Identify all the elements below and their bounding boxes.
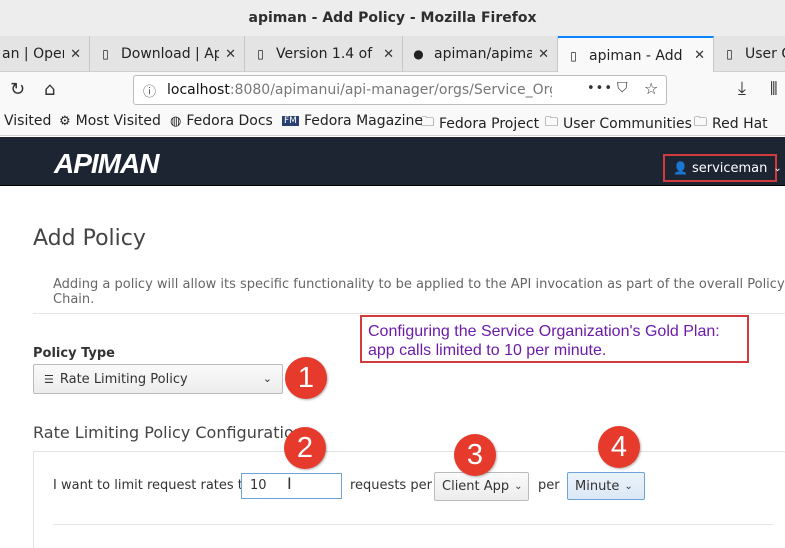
close-icon[interactable]: ✕ bbox=[538, 47, 549, 62]
per-label: per bbox=[538, 478, 560, 493]
info-icon[interactable]: ⓘ bbox=[143, 81, 156, 100]
bookmark-user-communities[interactable]: 🗀 User Communities bbox=[545, 113, 692, 135]
library-icon[interactable]: ⫴ bbox=[770, 79, 778, 100]
page-actions-button[interactable]: ••• bbox=[587, 81, 613, 96]
granularity-select[interactable]: Client App ⌄ bbox=[434, 472, 529, 501]
granularity-value: Client App bbox=[442, 479, 510, 494]
folder-icon: 🗀 bbox=[694, 115, 708, 130]
tab-2[interactable]: ▯ Download | Ap ✕ bbox=[90, 36, 245, 72]
bookmark-fedora-magazine[interactable]: FM Fedora Magazine bbox=[282, 113, 423, 129]
tab-6[interactable]: ▯ User G bbox=[714, 36, 785, 72]
bookmark-star-icon[interactable]: ☆ bbox=[644, 79, 658, 98]
tab-bar: an | Open ✕ ▯ Download | Ap ✕ ▯ Version … bbox=[0, 36, 785, 73]
tab-4[interactable]: ● apiman/apiman ✕ bbox=[403, 36, 558, 72]
divider bbox=[53, 524, 773, 525]
tab-5-active[interactable]: ▯ apiman - Add P ✕ bbox=[558, 36, 714, 73]
step-badge-1: 1 bbox=[285, 357, 327, 399]
user-menu[interactable]: 👤 serviceman ⌄ bbox=[663, 154, 782, 182]
divider bbox=[33, 313, 785, 314]
folder-icon: 🗀 bbox=[545, 115, 559, 130]
globe-icon: ◍ bbox=[170, 113, 182, 129]
page-icon: ▯ bbox=[726, 47, 733, 61]
bookmark-label: Most Visited bbox=[75, 113, 161, 129]
bookmark-label: User Communities bbox=[563, 116, 692, 132]
step-badge-2: 2 bbox=[284, 427, 326, 469]
chevron-down-icon: ⌄ bbox=[773, 162, 782, 174]
tab-title: User G bbox=[745, 46, 785, 62]
nav-bar: ↻ ⌂ ⓘ localhost:8080/apimanui/api-manage… bbox=[0, 72, 785, 108]
page-icon: ▯ bbox=[102, 47, 109, 61]
tab-title: Download | Ap bbox=[121, 46, 220, 62]
sliders-icon: ☰ bbox=[44, 372, 54, 386]
page-title: Add Policy bbox=[33, 226, 146, 251]
bookmark-red-hat[interactable]: 🗀 Red Hat bbox=[694, 113, 768, 135]
pocket-icon[interactable]: ⛉ bbox=[617, 80, 628, 96]
config-section-title: Rate Limiting Policy Configuration bbox=[33, 423, 304, 442]
tab-title: apiman/apiman bbox=[434, 46, 532, 62]
folder-icon: 🗀 bbox=[421, 115, 435, 130]
tab-title: Version 1.4 of bbox=[276, 46, 373, 62]
policy-type-value: Rate Limiting Policy bbox=[59, 371, 188, 387]
period-value: Minute bbox=[575, 478, 620, 494]
user-icon: 👤 bbox=[673, 161, 688, 175]
bookmark-most-visited[interactable]: ⚙ Most Visited bbox=[59, 113, 161, 129]
url-bar[interactable]: ⓘ localhost:8080/apimanui/api-manager/or… bbox=[133, 75, 667, 105]
chevron-down-icon: ⌄ bbox=[262, 372, 272, 385]
username: serviceman bbox=[691, 160, 768, 176]
bookmarks-toolbar: Visited ⚙ Most Visited ◍ Fedora Docs FM Fed… bbox=[0, 108, 785, 136]
bookmark-label: Red Hat bbox=[712, 116, 768, 132]
close-icon[interactable]: ✕ bbox=[694, 48, 705, 63]
page-icon: ▯ bbox=[257, 47, 264, 61]
requests-per-label: requests per bbox=[350, 478, 432, 493]
bookmark-label: Visited bbox=[4, 113, 52, 129]
step-badge-4: 4 bbox=[598, 426, 640, 468]
close-icon[interactable]: ✕ bbox=[70, 47, 81, 62]
bookmark-label: Fedora Project bbox=[439, 116, 540, 132]
url-path: :8080/apimanui/api-manager/orgs/Service_… bbox=[229, 82, 552, 98]
policy-type-label: Policy Type bbox=[33, 346, 115, 361]
period-select[interactable]: Minute ⌄ bbox=[567, 472, 645, 500]
github-icon: ● bbox=[413, 47, 424, 61]
page-icon: ▯ bbox=[570, 48, 577, 63]
close-icon[interactable]: ✕ bbox=[383, 47, 394, 62]
annotation-callout: Configuring the Service Organization's G… bbox=[360, 315, 749, 363]
bookmark-fedora-project[interactable]: 🗀 Fedora Project bbox=[421, 113, 539, 135]
chevron-down-icon: ⌄ bbox=[514, 481, 523, 492]
bookmark-visited[interactable]: Visited bbox=[4, 113, 51, 129]
home-icon[interactable]: ⌂ bbox=[44, 79, 55, 100]
close-icon[interactable]: ✕ bbox=[225, 47, 236, 62]
limit-prefix-label: I want to limit request rates to bbox=[53, 478, 251, 493]
bookmark-label: Fedora Magazine bbox=[303, 113, 423, 129]
step-badge-3: 3 bbox=[454, 434, 496, 476]
config-panel bbox=[33, 451, 785, 548]
window-title: apiman - Add Policy - Mozilla Firefox bbox=[0, 0, 785, 36]
apiman-logo[interactable]: APIMAN bbox=[54, 148, 159, 180]
url-text: localhost:8080/apimanui/api-manager/orgs… bbox=[167, 82, 552, 98]
tab-3[interactable]: ▯ Version 1.4 of ✕ bbox=[245, 36, 403, 72]
tab-title: apiman - Add P bbox=[589, 47, 689, 64]
text-cursor-icon: I bbox=[287, 474, 292, 493]
url-host: localhost bbox=[167, 82, 230, 98]
bookmark-fedora-docs[interactable]: ◍ Fedora Docs bbox=[170, 113, 273, 129]
gear-icon: ⚙ bbox=[59, 113, 71, 129]
reload-icon[interactable]: ↻ bbox=[10, 79, 25, 100]
tab-title: an | Open bbox=[2, 46, 65, 62]
page-description: Adding a policy will allow its specific … bbox=[53, 277, 785, 307]
app-header: APIMAN 👤 serviceman ⌄ bbox=[0, 137, 785, 186]
tab-1[interactable]: an | Open ✕ bbox=[0, 36, 90, 72]
policy-type-select[interactable]: ☰ Rate Limiting Policy ⌄ bbox=[33, 364, 283, 394]
chevron-down-icon: ⌄ bbox=[624, 480, 633, 492]
download-icon[interactable]: ⤓ bbox=[738, 78, 746, 99]
bookmark-label: Fedora Docs bbox=[186, 113, 273, 129]
magazine-icon: FM bbox=[282, 116, 299, 126]
